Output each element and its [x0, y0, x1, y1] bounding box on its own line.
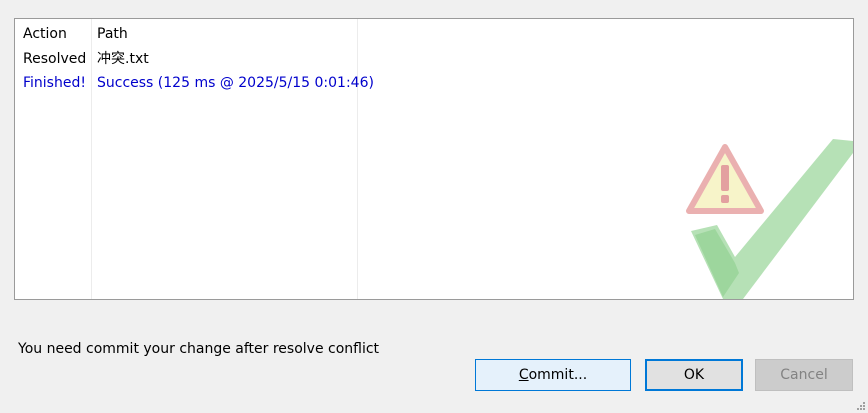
column-header-action: Action — [23, 26, 67, 42]
status-message: You need commit your change after resolv… — [18, 341, 380, 357]
column-header-path: Path — [97, 26, 128, 42]
resize-grip-icon[interactable] — [856, 401, 866, 411]
log-panel[interactable]: Action Path Resolved 冲突.txt Finished! Su… — [14, 18, 854, 300]
row-finished-action: Finished! — [23, 75, 86, 91]
row-resolved-path: 冲突.txt — [97, 51, 149, 67]
commit-button[interactable]: Commit... — [475, 359, 631, 391]
ok-button[interactable]: OK — [645, 359, 743, 391]
row-resolved-action: Resolved — [23, 51, 87, 67]
cancel-button[interactable]: Cancel — [755, 359, 853, 391]
warning-check-icon — [686, 139, 853, 299]
row-finished-path: Success (125 ms @ 2025/5/15 0:01:46) — [97, 75, 374, 91]
commit-button-label: ommit... — [528, 367, 588, 383]
column-divider — [91, 19, 92, 299]
commit-button-mnemonic: C — [518, 367, 529, 383]
column-divider — [357, 19, 358, 299]
